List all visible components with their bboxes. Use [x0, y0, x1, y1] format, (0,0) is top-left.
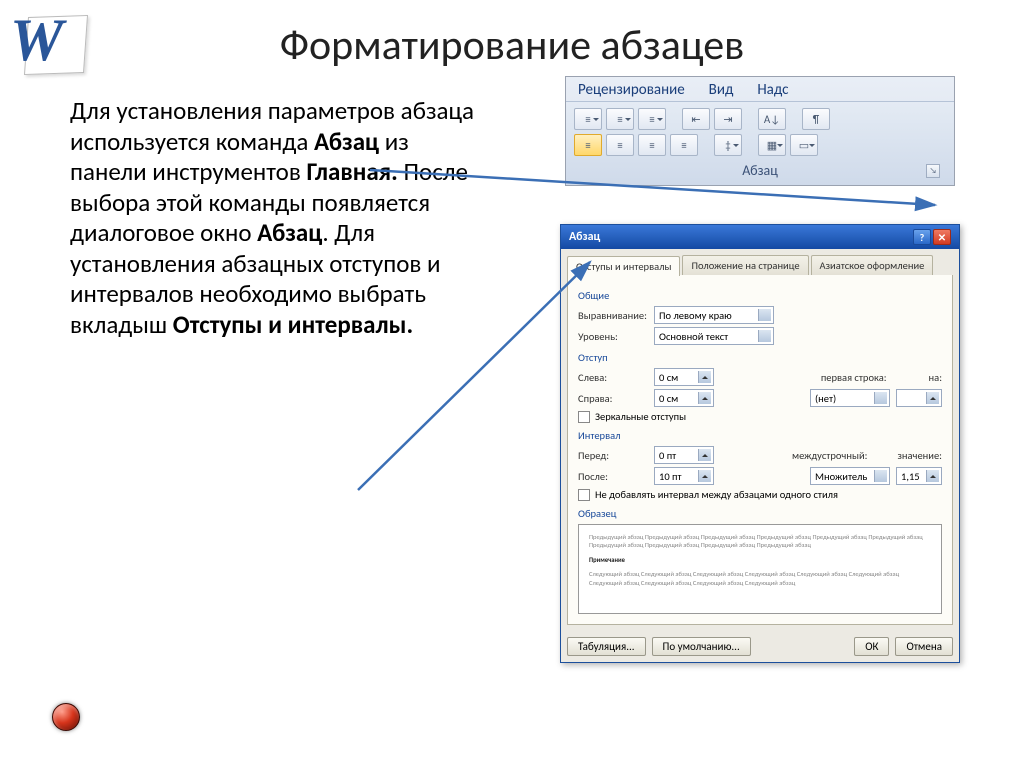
- close-button[interactable]: ✕: [933, 229, 951, 245]
- linespacing-label: междустрочный:: [792, 449, 867, 462]
- pilcrow-button[interactable]: ¶: [802, 108, 830, 130]
- record-indicator-icon: [52, 703, 80, 731]
- no-space-same-style-checkbox[interactable]: [578, 489, 590, 501]
- shading-button[interactable]: ▦: [758, 134, 786, 156]
- ribbon-tab-view[interactable]: Вид: [709, 81, 734, 99]
- spacing-after-label: После:: [578, 470, 648, 483]
- section-indent: Отступ: [578, 351, 942, 364]
- line-spacing-button[interactable]: ‡: [714, 134, 742, 156]
- sort-button[interactable]: A↓: [758, 108, 786, 130]
- bullets-button[interactable]: ≡: [574, 108, 602, 130]
- slide-title: Форматирование абзацев: [0, 20, 1024, 71]
- tab-asian[interactable]: Азиатское оформление: [811, 255, 934, 275]
- spacing-after-spin[interactable]: 10 пт: [654, 467, 714, 485]
- ribbon-paragraph-group: Рецензирование Вид Надс ≡ ≡ ≡ ⇤ ⇥ A↓ ¶ ≡…: [565, 76, 955, 186]
- ribbon-tab-review[interactable]: Рецензирование: [578, 81, 685, 99]
- firstline-by-label: на:: [929, 371, 942, 384]
- no-space-same-style-label: Не добавлять интервал между абзацами одн…: [595, 488, 838, 501]
- paragraph-dialog: Абзац ? ✕ Отступы и интервалы Положение …: [560, 224, 960, 663]
- spacing-before-label: Перед:: [578, 449, 648, 462]
- indent-left-label: Слева:: [578, 371, 648, 384]
- tab-indents-spacing[interactable]: Отступы и интервалы: [567, 256, 680, 276]
- outline-level-combo[interactable]: Основной текст: [654, 327, 774, 345]
- linespacing-at-label: значение:: [897, 449, 942, 462]
- alignment-combo[interactable]: По левому краю: [654, 306, 774, 324]
- preview-box: Предыдущий абзац Предыдущий абзац Предыд…: [578, 524, 942, 614]
- align-right-button[interactable]: ≡: [638, 134, 666, 156]
- firstline-combo[interactable]: (нет): [810, 389, 890, 407]
- alignment-label: Выравнивание:: [578, 309, 648, 322]
- numbering-button[interactable]: ≡: [606, 108, 634, 130]
- justify-button[interactable]: ≡: [670, 134, 698, 156]
- body-paragraph: Для установления параметров абзаца испол…: [70, 96, 490, 340]
- mirror-indents-checkbox[interactable]: [578, 411, 590, 423]
- outline-level-label: Уровень:: [578, 330, 648, 343]
- ribbon-group-label: Абзац: [742, 162, 778, 179]
- default-button[interactable]: По умолчанию...: [652, 637, 751, 656]
- section-preview: Образец: [578, 507, 942, 520]
- tabs-button[interactable]: Табуляция...: [567, 637, 646, 656]
- dialog-title: Абзац: [569, 230, 600, 244]
- firstline-label: первая строка:: [821, 371, 887, 384]
- indent-right-label: Справа:: [578, 392, 648, 405]
- indent-left-spin[interactable]: 0 см: [654, 368, 714, 386]
- help-button[interactable]: ?: [913, 229, 931, 245]
- ok-button[interactable]: ОК: [854, 637, 889, 656]
- indent-right-spin[interactable]: 0 см: [654, 389, 714, 407]
- section-spacing: Интервал: [578, 429, 942, 442]
- linespacing-combo[interactable]: Множитель: [810, 467, 890, 485]
- mirror-indents-label: Зеркальные отступы: [595, 410, 686, 423]
- borders-button[interactable]: ▭: [790, 134, 818, 156]
- increase-indent-button[interactable]: ⇥: [714, 108, 742, 130]
- linespacing-at-spin[interactable]: 1,15: [896, 467, 942, 485]
- align-left-button[interactable]: ≡: [574, 134, 602, 156]
- firstline-by-spin[interactable]: [896, 389, 942, 407]
- multilevel-button[interactable]: ≡: [638, 108, 666, 130]
- spacing-before-spin[interactable]: 0 пт: [654, 446, 714, 464]
- tab-line-page-breaks[interactable]: Положение на странице: [682, 255, 808, 275]
- section-general: Общие: [578, 289, 942, 302]
- decrease-indent-button[interactable]: ⇤: [682, 108, 710, 130]
- ribbon-tab-addins[interactable]: Надс: [757, 81, 788, 99]
- dialog-launcher[interactable]: ↘: [926, 164, 940, 178]
- cancel-button[interactable]: Отмена: [895, 637, 953, 656]
- align-center-button[interactable]: ≡: [606, 134, 634, 156]
